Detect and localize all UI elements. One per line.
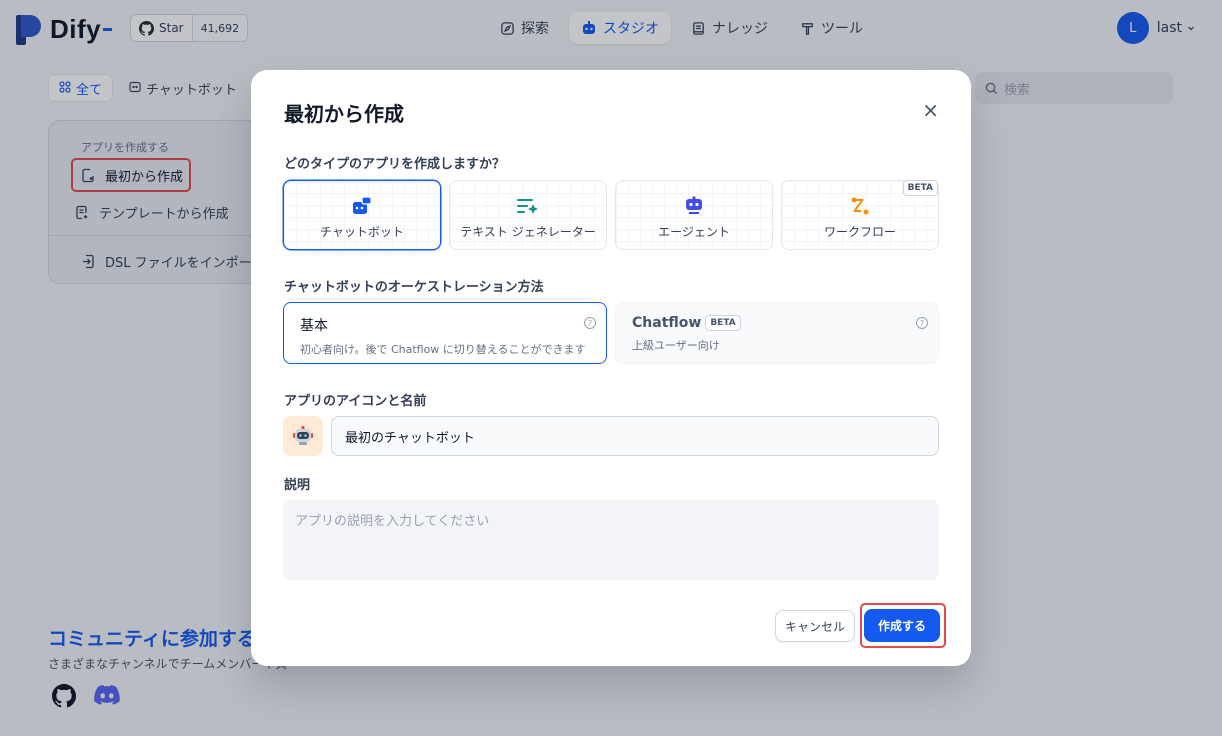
create-app-modal: 最初から作成 × どのタイプのアプリを作成しますか？ チャットボット テキスト … <box>251 70 971 666</box>
orchestration-basic[interactable]: 基本 初心者向け。後で Chatflow に切り替えることができます ? <box>283 302 607 364</box>
orchestration-label: チャットボットのオーケストレーション方法 <box>284 280 544 295</box>
workflow-icon <box>850 195 870 217</box>
app-type-workflow[interactable]: BETA ワークフロー <box>781 180 939 250</box>
app-type-label: どのタイプのアプリを作成しますか？ <box>284 157 506 172</box>
orchestration-chatflow[interactable]: Chatflow BETA 上級ユーザー向け ? <box>615 302 939 364</box>
help-icon[interactable]: ? <box>916 317 928 329</box>
chatbot-icon <box>352 195 372 217</box>
create-button[interactable]: 作成する <box>864 609 940 642</box>
robot-icon <box>292 425 314 447</box>
app-type-chatbot[interactable]: チャットボット <box>283 180 441 250</box>
cancel-button[interactable]: キャンセル <box>775 610 855 642</box>
text-generator-icon <box>517 195 539 217</box>
modal-title: 最初から作成 <box>284 102 404 126</box>
agent-icon <box>684 195 704 217</box>
app-type-agent[interactable]: エージェント <box>615 180 773 250</box>
description-input[interactable] <box>283 500 939 580</box>
close-icon[interactable]: × <box>922 100 939 120</box>
help-icon[interactable]: ? <box>584 317 596 329</box>
app-type-text-generator[interactable]: テキスト ジェネレーター <box>449 180 607 250</box>
description-label: 説明 <box>284 478 311 493</box>
app-name-input[interactable] <box>331 416 939 456</box>
beta-badge: BETA <box>902 180 938 196</box>
app-icon-picker[interactable] <box>283 416 323 456</box>
icon-name-label: アプリのアイコンと名前 <box>284 394 427 409</box>
app-type-options: チャットボット テキスト ジェネレーター エージェント BETA ワークフロー <box>283 180 939 250</box>
beta-badge: BETA <box>705 315 741 331</box>
